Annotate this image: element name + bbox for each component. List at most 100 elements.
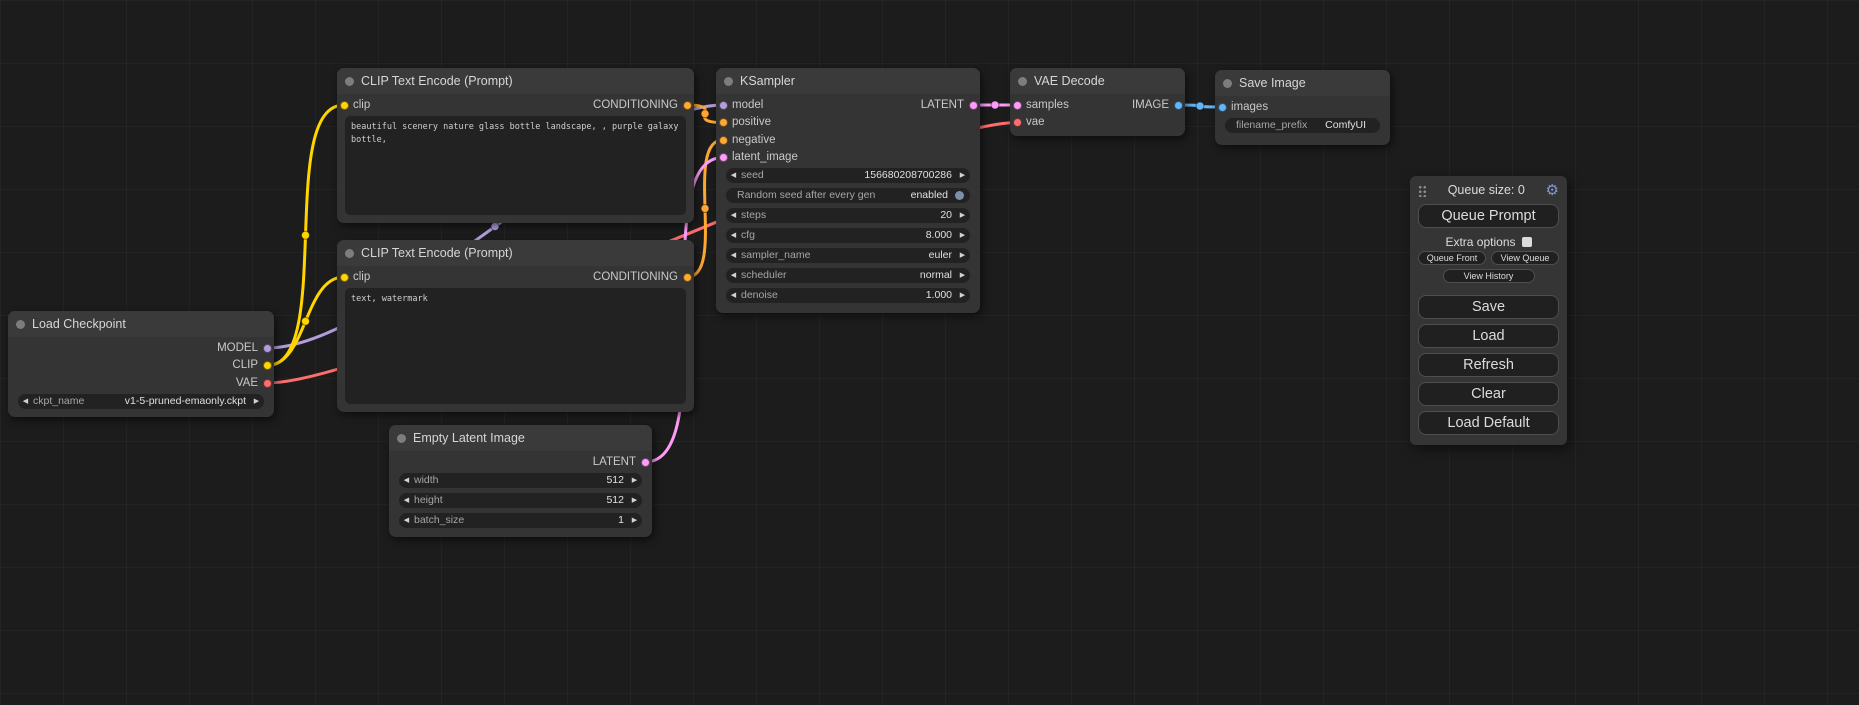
widget-Random seed after every gen[interactable]: Random seed after every genenabled — [726, 188, 970, 203]
view-history-button[interactable]: View History — [1443, 269, 1535, 283]
widget-filename_prefix[interactable]: filename_prefixComfyUI — [1225, 118, 1380, 133]
increment-arrow-icon[interactable]: ▶ — [955, 288, 970, 303]
save-button[interactable]: Save — [1418, 295, 1559, 319]
extra-options-checkbox[interactable] — [1522, 237, 1532, 247]
input-port-samples[interactable] — [1013, 101, 1022, 110]
graph-canvas[interactable]: Load CheckpointMODELCLIPVAE◀ckpt_namev1-… — [0, 0, 1859, 705]
output-port-label: VAE — [236, 376, 258, 391]
extra-options-row: Extra options — [1418, 235, 1559, 249]
node-title: Empty Latent Image — [413, 431, 525, 445]
widget-scheduler[interactable]: ◀schedulernormal▶ — [726, 268, 970, 283]
node-title-bar[interactable]: Empty Latent Image — [389, 425, 652, 451]
collapse-dot-icon[interactable] — [724, 77, 733, 86]
link-midpoint-dot — [701, 205, 709, 213]
output-port-VAE[interactable] — [263, 379, 272, 388]
output-port-CLIP[interactable] — [263, 361, 272, 370]
node-clip-text-encode-positive[interactable]: CLIP Text Encode (Prompt)clipCONDITIONIN… — [337, 68, 694, 223]
widget-seed[interactable]: ◀seed156680208700286▶ — [726, 168, 970, 183]
widget-label: seed — [741, 168, 764, 183]
node-title-bar[interactable]: Save Image — [1215, 70, 1390, 96]
input-port-latent_image[interactable] — [719, 153, 728, 162]
prompt-textarea[interactable]: beautiful scenery nature glass bottle la… — [345, 116, 686, 216]
node-title-bar[interactable]: Load Checkpoint — [8, 311, 274, 337]
input-port-label: positive — [732, 115, 771, 130]
widget-ckpt_name[interactable]: ◀ckpt_namev1-5-pruned-emaonly.ckpt▶ — [18, 394, 264, 409]
decrement-arrow-icon[interactable]: ◀ — [726, 288, 741, 303]
output-port-LATENT[interactable] — [969, 101, 978, 110]
output-port-MODEL[interactable] — [263, 344, 272, 353]
increment-arrow-icon[interactable]: ▶ — [955, 248, 970, 263]
input-port-clip[interactable] — [340, 273, 349, 282]
decrement-arrow-icon[interactable]: ◀ — [399, 493, 414, 508]
prompt-textarea[interactable]: text, watermark — [345, 288, 686, 405]
refresh-button[interactable]: Refresh — [1418, 353, 1559, 377]
input-port-negative[interactable] — [719, 136, 728, 145]
decrement-arrow-icon[interactable]: ◀ — [399, 473, 414, 488]
node-clip-text-encode-negative[interactable]: CLIP Text Encode (Prompt)clipCONDITIONIN… — [337, 240, 694, 412]
widget-denoise[interactable]: ◀denoise1.000▶ — [726, 288, 970, 303]
increment-arrow-icon[interactable]: ▶ — [627, 493, 642, 508]
node-title: Load Checkpoint — [32, 317, 126, 331]
collapse-dot-icon[interactable] — [345, 77, 354, 86]
comfy-menu[interactable]: Queue size: 0 ⚙ Queue Prompt Extra optio… — [1410, 176, 1567, 445]
node-empty-latent-image[interactable]: Empty Latent ImageLATENT◀width512▶◀heigh… — [389, 425, 652, 537]
decrement-arrow-icon[interactable]: ◀ — [726, 268, 741, 283]
queue-buttons-row: Queue Front View Queue — [1418, 251, 1559, 265]
input-port-vae[interactable] — [1013, 118, 1022, 127]
node-title-bar[interactable]: CLIP Text Encode (Prompt) — [337, 240, 694, 266]
decrement-arrow-icon[interactable]: ◀ — [726, 208, 741, 223]
widget-value: euler — [810, 248, 952, 263]
output-port-LATENT[interactable] — [641, 458, 650, 467]
view-queue-button[interactable]: View Queue — [1491, 251, 1559, 265]
queue-front-button[interactable]: Queue Front — [1418, 251, 1486, 265]
decrement-arrow-icon[interactable]: ◀ — [726, 248, 741, 263]
output-port-CONDITIONING[interactable] — [683, 273, 692, 282]
increment-arrow-icon[interactable]: ▶ — [627, 513, 642, 528]
node-title-bar[interactable]: CLIP Text Encode (Prompt) — [337, 68, 694, 94]
collapse-dot-icon[interactable] — [1223, 79, 1232, 88]
output-port-CONDITIONING[interactable] — [683, 101, 692, 110]
collapse-dot-icon[interactable] — [345, 249, 354, 258]
decrement-arrow-icon[interactable]: ◀ — [726, 168, 741, 183]
decrement-arrow-icon[interactable]: ◀ — [18, 394, 33, 409]
node-save-image[interactable]: Save Imageimagesfilename_prefixComfyUI — [1215, 70, 1390, 145]
widget-height[interactable]: ◀height512▶ — [399, 493, 642, 508]
queue-prompt-button[interactable]: Queue Prompt — [1418, 204, 1559, 228]
drag-handle-icon[interactable] — [1418, 184, 1427, 197]
widget-steps[interactable]: ◀steps20▶ — [726, 208, 970, 223]
input-port-images[interactable] — [1218, 103, 1227, 112]
widget-value: 1 — [464, 513, 624, 528]
collapse-dot-icon[interactable] — [1018, 77, 1027, 86]
increment-arrow-icon[interactable]: ▶ — [955, 228, 970, 243]
widget-batch_size[interactable]: ◀batch_size1▶ — [399, 513, 642, 528]
widget-label: steps — [741, 208, 766, 223]
load-button[interactable]: Load — [1418, 324, 1559, 348]
node-title-bar[interactable]: VAE Decode — [1010, 68, 1185, 94]
increment-arrow-icon[interactable]: ▶ — [955, 208, 970, 223]
node-load-checkpoint[interactable]: Load CheckpointMODELCLIPVAE◀ckpt_namev1-… — [8, 311, 274, 417]
collapse-dot-icon[interactable] — [397, 434, 406, 443]
queue-size-label: Queue size: 0 — [1427, 183, 1546, 197]
output-port-IMAGE[interactable] — [1174, 101, 1183, 110]
increment-arrow-icon[interactable]: ▶ — [249, 394, 264, 409]
input-port-clip[interactable] — [340, 101, 349, 110]
decrement-arrow-icon[interactable]: ◀ — [399, 513, 414, 528]
link-midpoint-dot — [701, 110, 709, 118]
widget-label: filename_prefix — [1236, 118, 1307, 133]
settings-gear-icon[interactable]: ⚙ — [1546, 183, 1559, 198]
load-default-button[interactable]: Load Default — [1418, 411, 1559, 435]
clear-button[interactable]: Clear — [1418, 382, 1559, 406]
decrement-arrow-icon[interactable]: ◀ — [726, 228, 741, 243]
collapse-dot-icon[interactable] — [16, 320, 25, 329]
increment-arrow-icon[interactable]: ▶ — [627, 473, 642, 488]
widget-width[interactable]: ◀width512▶ — [399, 473, 642, 488]
increment-arrow-icon[interactable]: ▶ — [955, 268, 970, 283]
widget-cfg[interactable]: ◀cfg8.000▶ — [726, 228, 970, 243]
increment-arrow-icon[interactable]: ▶ — [955, 168, 970, 183]
node-ksampler[interactable]: KSamplermodelpositivenegativelatent_imag… — [716, 68, 980, 313]
node-vae-decode[interactable]: VAE DecodesamplesvaeIMAGE — [1010, 68, 1185, 136]
input-port-positive[interactable] — [719, 118, 728, 127]
node-title-bar[interactable]: KSampler — [716, 68, 980, 94]
widget-sampler_name[interactable]: ◀sampler_nameeuler▶ — [726, 248, 970, 263]
input-port-model[interactable] — [719, 101, 728, 110]
